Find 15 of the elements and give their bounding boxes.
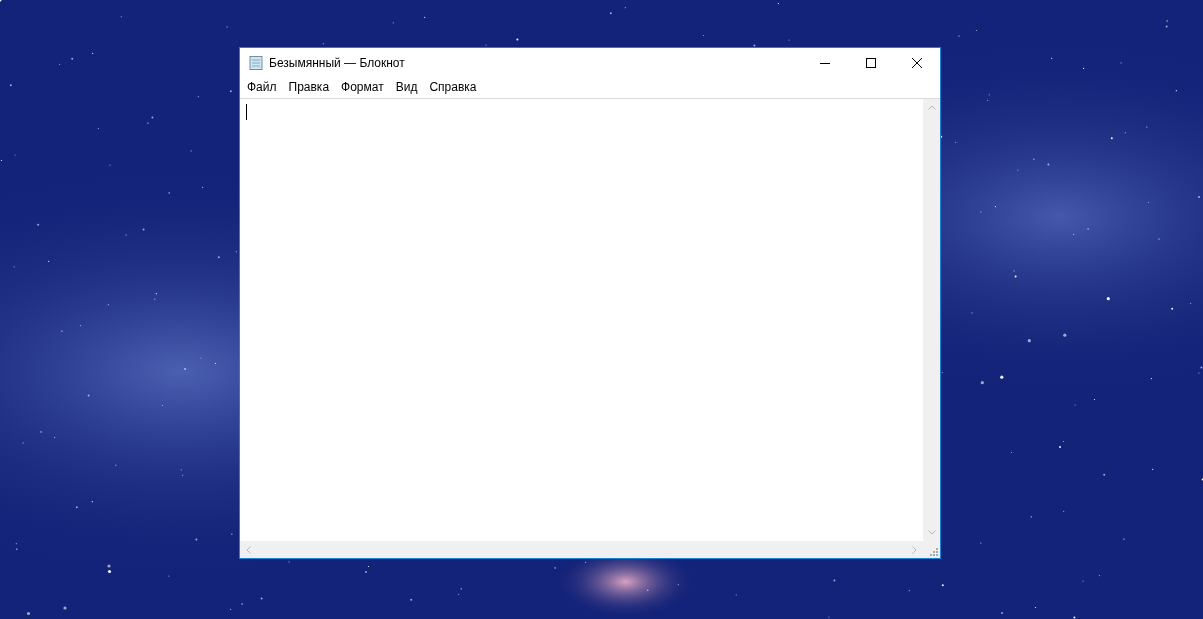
menu-item[interactable]: Формат <box>335 78 390 97</box>
chevron-right-icon[interactable] <box>912 545 917 554</box>
maximize-icon <box>866 57 876 68</box>
close-icon <box>912 57 922 68</box>
menu-item[interactable]: Правка <box>282 78 336 97</box>
chevron-up-icon[interactable] <box>927 105 936 110</box>
resize-grip-icon[interactable] <box>930 548 938 556</box>
menu-item[interactable]: Справка <box>423 78 483 97</box>
chevron-left-icon[interactable] <box>246 545 251 554</box>
notepad-icon <box>248 54 264 71</box>
window-title: Безымянный — Блокнот <box>269 54 405 72</box>
chevron-down-icon[interactable] <box>927 530 936 535</box>
menu-item[interactable]: Вид <box>389 78 424 97</box>
menu-item[interactable]: Файл <box>241 78 283 97</box>
text-cursor <box>246 104 247 120</box>
